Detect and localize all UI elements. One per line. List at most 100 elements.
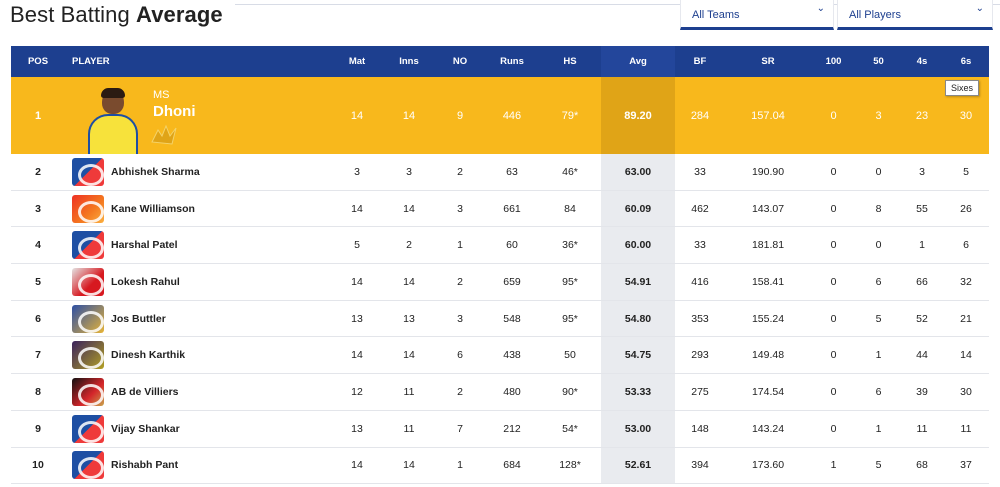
kxip-logo-icon [72,267,104,296]
col-header-no[interactable]: NO [435,46,485,77]
cell-sixes: 26 [960,202,972,215]
cell-bf: 293 [691,349,709,362]
cell-mat: 14 [350,109,364,122]
player-cell[interactable]: Jos Buttler [72,301,322,337]
cell-h50: 5 [875,459,882,472]
cell-no: 2 [457,275,463,288]
cell-h50: 8 [875,202,882,215]
cell-inns: 11 [403,422,415,435]
row-pos: 9 [35,422,41,435]
cell-sr: 143.07 [751,202,785,215]
col-header-sr[interactable]: SR [725,46,811,77]
cell-avg: 54.75 [601,337,675,374]
cell-bf: 284 [690,109,710,122]
row-pos: 4 [35,239,41,252]
player-cell[interactable]: Abhishek Sharma [72,154,322,190]
col-header-bf[interactable]: BF [675,46,725,77]
cell-sr: 181.81 [751,239,785,252]
cell-hs: 79* [561,109,579,122]
cell-avg: 89.20 [601,77,675,154]
col-header-50[interactable]: 50 [856,46,901,77]
player-cell[interactable]: Rishabh Pant [72,448,322,484]
players-filter-dropdown[interactable]: All Players ⌄ [837,0,993,30]
player-cell[interactable]: Lokesh Rahul [72,264,322,300]
page-title-light: Best Batting [10,2,137,27]
player-name[interactable]: Kane Williamson [111,203,195,215]
col-header-4s[interactable]: 4s [901,46,943,77]
table-row[interactable]: 4 Harshal Patel 5 2 1 60 36* 60.00 33 181.81 0 0 1 6 [11,227,989,265]
player-name[interactable]: Lokesh Rahul [111,276,180,288]
table-row[interactable]: 6 Jos Buttler 13 13 3 548 95* 54.80 353 155.24 0 5 5… [11,300,989,338]
chevron-down-icon: ⌄ [975,3,984,14]
row-pos: 5 [35,275,41,288]
table-row[interactable]: 8 AB de Villiers 12 11 2 480 90* 53.33 275 174.54… [11,374,989,411]
cell-hs: 50 [564,349,576,362]
dc-logo-icon [72,157,104,186]
table-row-featured[interactable]: 1 MS Dhoni 14 14 9 446 79* 89.20 284 157… [11,77,989,154]
col-header-6s[interactable]: 6s [943,46,989,77]
player-name[interactable]: AB de Villiers [111,386,179,398]
player-name[interactable]: Harshal Patel [111,239,178,251]
col-header-avg[interactable]: Avg [601,46,675,77]
table-row[interactable]: 9 Vijay Shankar 13 11 7 212 54* 53.00 148 143.24 0… [11,410,989,448]
cell-no: 9 [456,109,464,122]
cell-50: 3 [875,109,882,122]
cell-hs: 36* [562,239,578,252]
player-cell[interactable]: Kane Williamson [72,191,322,227]
cell-sr: 173.60 [751,459,785,472]
cell-sixes: 21 [960,312,972,325]
row-pos: 6 [35,312,41,325]
cell-avg: 60.00 [601,227,675,264]
cell-sixes: 6 [963,239,969,252]
player-cell[interactable]: Dinesh Karthik [72,337,322,373]
col-header-runs[interactable]: Runs [485,46,539,77]
row-pos: 7 [35,349,41,362]
cell-avg: 63.00 [601,154,675,190]
col-header-inns[interactable]: Inns [383,46,435,77]
cell-h100: 0 [830,165,837,178]
col-header-pos[interactable]: POS [19,46,57,77]
table-row[interactable]: 10 Rishabh Pant 14 14 1 684 128* 52.61 394 173.60… [11,447,989,485]
cell-inns: 2 [406,239,412,252]
col-header-mat[interactable]: Mat [331,46,383,77]
col-header-player[interactable]: PLAYER [72,46,192,77]
cell-sr: 157.04 [751,109,785,122]
col-header-100[interactable]: 100 [811,46,856,77]
player-cell[interactable]: Harshal Patel [72,227,322,263]
cell-mat: 14 [351,202,363,215]
table-row[interactable]: 2 Abhishek Sharma 3 3 2 63 46* 63.00 33 190.90 0 0 3… [11,154,989,191]
cell-mat: 13 [351,422,363,435]
cell-avg: 54.91 [601,264,675,300]
dc-logo-icon [72,451,104,480]
player-name[interactable]: Jos Buttler [111,313,166,325]
cell-mat: 14 [351,275,363,288]
cell-no: 1 [457,239,463,252]
teams-filter-dropdown[interactable]: All Teams ⌄ [680,0,834,30]
cell-bf: 33 [694,165,706,178]
cell-h100: 0 [830,275,837,288]
cell-hs: 54* [562,422,578,435]
table-row[interactable]: 3 Kane Williamson 14 14 3 661 84 60.09 462 143.07… [11,190,989,228]
col-header-hs[interactable]: HS [539,46,601,77]
table-row[interactable]: 7 Dinesh Karthik 14 14 6 438 50 54.75 293 149.48 0… [11,337,989,375]
cell-h100: 0 [830,312,837,325]
featured-last-name[interactable]: Dhoni [153,103,196,120]
player-name[interactable]: Dinesh Karthik [111,349,185,361]
player-cell[interactable]: AB de Villiers [72,374,322,410]
cell-avg: 52.61 [601,447,675,484]
cell-bf: 275 [691,385,709,398]
cell-fours: 44 [916,349,928,362]
cell-h50: 1 [875,422,882,435]
cell-no: 7 [457,422,463,435]
player-cell[interactable]: Vijay Shankar [72,411,322,447]
teams-filter-label: All Teams [692,9,740,21]
table-row[interactable]: 5 Lokesh Rahul 14 14 2 659 95* 54.91 416 158.41 0 6… [11,264,989,301]
column-tooltip: Sixes [945,80,980,96]
cell-h50: 1 [875,349,882,362]
player-name[interactable]: Abhishek Sharma [111,166,200,178]
cell-inns: 14 [403,459,415,472]
player-name[interactable]: Rishabh Pant [111,459,178,471]
player-name[interactable]: Vijay Shankar [111,423,180,435]
cell-h100: 0 [830,239,837,252]
cell-sr: 174.54 [751,385,785,398]
